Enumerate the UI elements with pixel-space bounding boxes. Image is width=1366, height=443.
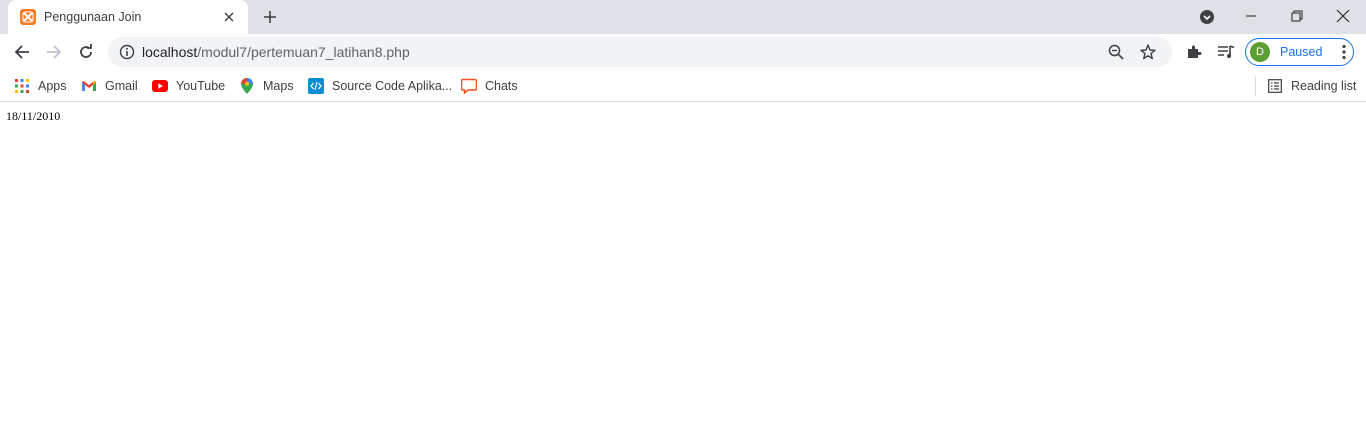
url-text[interactable]: localhost/modul7/pertemuan7_latihan8.php (142, 44, 1098, 60)
url-host: localhost (142, 44, 198, 60)
maps-pin-icon (239, 78, 255, 94)
tab-search-icon[interactable] (1197, 7, 1217, 27)
gmail-icon (81, 78, 97, 94)
playlist-icon (1218, 45, 1235, 58)
close-icon (1336, 9, 1350, 23)
bookmark-label: Chats (485, 79, 518, 93)
bookmark-label: YouTube (176, 79, 226, 93)
media-control-button[interactable] (1211, 37, 1241, 67)
bookmark-label: Maps (263, 79, 294, 93)
forward-button[interactable] (39, 37, 69, 67)
reading-list-button[interactable]: Reading list (1263, 75, 1360, 97)
bookmarks-bar: Apps Gmail YouTube Maps Source Code Apli… (0, 70, 1366, 102)
puzzle-icon (1188, 45, 1202, 58)
zoom-icon[interactable] (1102, 38, 1130, 66)
reload-icon (80, 44, 92, 58)
reading-list-icon (1267, 78, 1283, 94)
minimize-button[interactable] (1228, 0, 1274, 32)
bookmark-label: Gmail (105, 79, 138, 93)
site-info-icon[interactable] (118, 43, 136, 61)
profile-status: Paused (1280, 45, 1323, 59)
url-path: /modul7/pertemuan7_latihan8.php (197, 44, 410, 60)
restore-icon (1291, 10, 1303, 22)
tab-strip: Penggunaan Join (0, 0, 1366, 34)
bookmark-gmail[interactable]: Gmail (77, 75, 142, 97)
date-text: 18/11/2010 (6, 109, 61, 123)
address-bar[interactable]: localhost/modul7/pertemuan7_latihan8.php (108, 37, 1172, 67)
kebab-menu-icon (1342, 44, 1346, 60)
bookmark-source-code[interactable]: Source Code Aplika... (304, 75, 456, 97)
bookmark-label: Source Code Aplika... (332, 79, 453, 93)
bookmark-maps[interactable]: Maps (235, 75, 298, 97)
bookmark-apps[interactable]: Apps (10, 75, 71, 97)
back-arrow-icon (14, 45, 29, 59)
bookmark-star-icon[interactable] (1134, 38, 1162, 66)
reading-list-label: Reading list (1291, 79, 1357, 93)
bookmark-youtube[interactable]: YouTube (148, 75, 229, 97)
minimize-icon (1246, 15, 1256, 17)
tab-close-icon[interactable] (220, 8, 238, 26)
avatar: D (1250, 42, 1270, 62)
code-icon (308, 78, 324, 94)
menu-button[interactable] (1329, 37, 1359, 67)
chat-icon (461, 78, 477, 94)
bookmark-chats[interactable]: Chats (457, 75, 522, 97)
page-content: 18/11/2010 (0, 103, 1366, 443)
back-button[interactable] (7, 37, 37, 67)
forward-arrow-icon (47, 45, 62, 59)
toolbar: localhost/modul7/pertemuan7_latihan8.php… (0, 34, 1366, 70)
new-tab-button[interactable] (258, 5, 282, 29)
tab-active[interactable]: Penggunaan Join (8, 0, 248, 34)
bookmarks-divider (1255, 76, 1256, 96)
close-window-button[interactable] (1320, 0, 1366, 32)
xampp-favicon-icon (20, 9, 36, 25)
bookmark-label: Apps (38, 79, 67, 93)
reload-button[interactable] (71, 37, 101, 67)
restore-button[interactable] (1274, 0, 1320, 32)
youtube-icon (152, 78, 168, 94)
apps-grid-icon (14, 78, 30, 94)
tab-title: Penggunaan Join (44, 10, 142, 24)
extensions-button[interactable] (1179, 37, 1209, 67)
